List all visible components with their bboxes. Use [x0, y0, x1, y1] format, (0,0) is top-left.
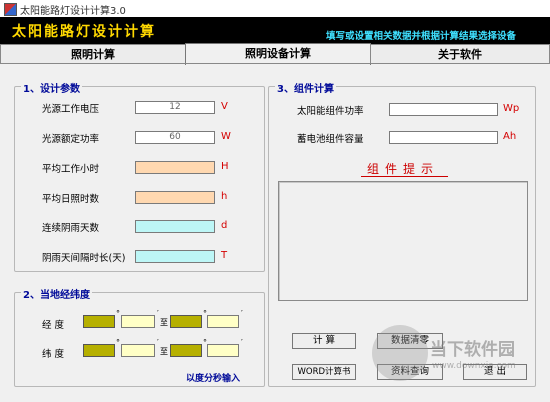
label-voltage: 光源工作电压: [42, 104, 100, 115]
watermark: 当下软件园 www.downxia.com: [372, 325, 532, 385]
unit-work-hours: H: [221, 161, 229, 172]
minute-mark: ′: [241, 309, 243, 318]
tab-about[interactable]: 关于软件: [370, 44, 550, 64]
longitude-from-minute[interactable]: [121, 315, 155, 328]
banner-title: 太阳能路灯设计计算: [12, 24, 156, 40]
minute-mark: ′: [157, 338, 159, 347]
tab-bar: 照明计算 照明设备计算 关于软件: [0, 43, 550, 65]
longitude-label: 经 度: [42, 320, 65, 331]
longitude-to-degree[interactable]: [170, 315, 202, 328]
watermark-url: www.downxia.com: [432, 361, 516, 371]
tab-divider: [0, 63, 550, 64]
label-panel-power: 太阳能组件功率: [297, 106, 364, 117]
unit-sun-hours: h: [221, 191, 228, 202]
calculate-button[interactable]: 计 算: [292, 333, 356, 349]
power-input[interactable]: 60: [135, 131, 215, 144]
watermark-text: 当下软件园: [430, 340, 515, 360]
watermark-logo-icon: [372, 325, 428, 381]
unit-rain-interval: T: [221, 250, 228, 261]
label-sun-hours: 平均日照时数: [42, 194, 100, 205]
work-hours-input[interactable]: [135, 161, 215, 174]
word-report-button[interactable]: WORD计算书: [292, 364, 356, 380]
degree-mark: °: [116, 309, 120, 318]
label-power: 光源额定功率: [42, 134, 100, 145]
rain-interval-input[interactable]: [135, 250, 215, 263]
component-hint-textarea[interactable]: [278, 181, 528, 301]
longitude-from-degree[interactable]: [83, 315, 115, 328]
latitude-to-minute[interactable]: [207, 344, 239, 357]
component-title: 3、组件计算: [275, 80, 336, 95]
geo-title: 2、当地经纬度: [21, 286, 92, 301]
panel-power-output[interactable]: [389, 103, 498, 116]
tab-equipment-calc[interactable]: 照明设备计算: [185, 43, 371, 65]
latitude-from-degree[interactable]: [83, 344, 115, 357]
longitude-to-label: 至: [160, 318, 168, 327]
label-work-hours: 平均工作小时: [42, 164, 100, 175]
banner: 太阳能路灯设计计算 填写或设置相关数据并根据计算结果选择设备: [0, 17, 550, 44]
unit-voltage: V: [221, 101, 228, 112]
battery-capacity-output[interactable]: [389, 131, 498, 144]
title-bar: 太阳能路灯设计计算3.0: [0, 0, 550, 18]
latitude-from-minute[interactable]: [121, 344, 155, 357]
voltage-input[interactable]: 12: [135, 101, 215, 114]
rainy-days-input[interactable]: [135, 220, 215, 233]
minute-mark: ′: [241, 338, 243, 347]
component-hint-underline: [361, 176, 448, 177]
minute-mark: ′: [157, 309, 159, 318]
label-battery-capacity: 蓄电池组件容量: [297, 134, 364, 145]
dms-note: 以度分秒输入: [186, 374, 241, 384]
degree-mark: °: [116, 338, 120, 347]
unit-rainy-days: d: [221, 220, 228, 231]
unit-power: W: [221, 131, 231, 142]
component-hint-label: 组件提示: [367, 162, 440, 176]
latitude-label: 纬 度: [42, 349, 65, 360]
label-rain-interval: 阴雨天间隔时长(天): [42, 253, 126, 264]
label-rainy-days: 连续阴雨天数: [42, 223, 100, 234]
latitude-to-degree[interactable]: [170, 344, 202, 357]
unit-panel-power: Wp: [503, 103, 520, 114]
window-title: 太阳能路灯设计计算3.0: [20, 6, 126, 17]
unit-battery-capacity: Ah: [503, 131, 517, 142]
latitude-to-label: 至: [160, 347, 168, 356]
tab-lighting-calc[interactable]: 照明计算: [0, 44, 186, 64]
banner-hint: 填写或设置相关数据并根据计算结果选择设备: [325, 31, 516, 42]
design-params-title: 1、设计参数: [21, 80, 82, 95]
app-icon: [4, 3, 17, 16]
longitude-to-minute[interactable]: [207, 315, 239, 328]
sun-hours-input[interactable]: [135, 191, 215, 204]
